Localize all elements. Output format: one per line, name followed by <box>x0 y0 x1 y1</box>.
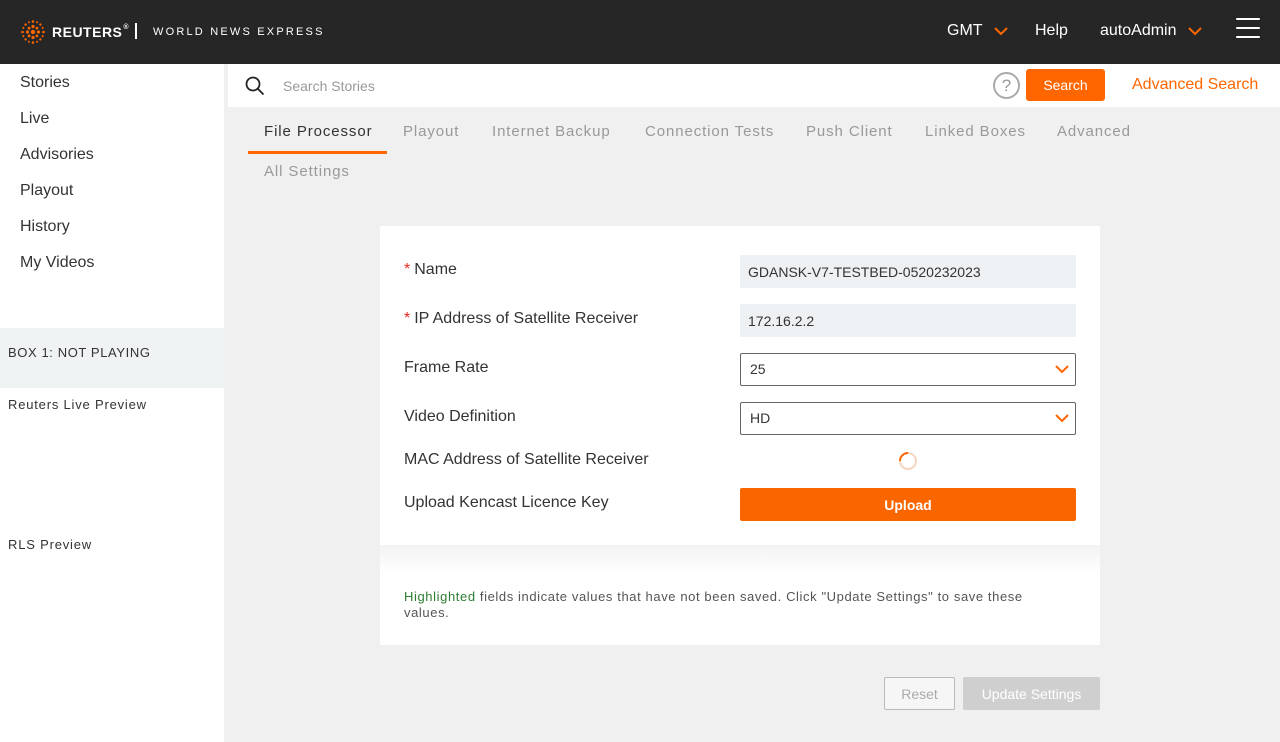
hamburger-menu-icon[interactable] <box>1236 18 1260 42</box>
name-field[interactable] <box>740 255 1076 288</box>
highlighted-word: Highlighted <box>404 589 476 604</box>
kencast-licence-label: Upload Kencast Licence Key <box>404 494 609 511</box>
loading-spinner-icon <box>899 452 917 470</box>
unsaved-note-panel: Highlighted fields indicate values that … <box>380 545 1100 645</box>
ip-address-field[interactable] <box>740 304 1076 337</box>
reuters-logo[interactable]: REUTERS® <box>20 18 129 46</box>
chevron-down-icon <box>993 27 1008 36</box>
sidebar-item-history[interactable]: History <box>20 218 70 236</box>
tab-advanced[interactable]: Advanced <box>1057 123 1131 140</box>
unsaved-note: Highlighted fields indicate values that … <box>404 589 1023 620</box>
tab-linked-boxes[interactable]: Linked Boxes <box>925 123 1026 140</box>
tab-file-processor[interactable]: File Processor <box>264 123 372 140</box>
sidebar-item-live[interactable]: Live <box>20 110 49 128</box>
search-bar: ? Search Advanced Search <box>228 64 1280 107</box>
help-link[interactable]: Help <box>1035 22 1068 40</box>
reuters-logo-icon <box>21 20 45 44</box>
settings-form: *Name *IP Address of Satellite Receiver … <box>380 226 1100 545</box>
search-button[interactable]: Search <box>1026 69 1105 101</box>
chevron-down-icon <box>1187 27 1202 36</box>
app-subtitle: WORLD NEWS EXPRESS <box>153 26 325 38</box>
reset-button[interactable]: Reset <box>884 677 955 710</box>
update-settings-button[interactable]: Update Settings <box>963 677 1100 710</box>
search-input[interactable] <box>283 75 883 97</box>
tab-internet-backup[interactable]: Internet Backup <box>492 123 611 140</box>
user-menu[interactable]: autoAdmin <box>1100 22 1203 40</box>
sidebar-item-advisories[interactable]: Advisories <box>20 146 94 164</box>
name-label: * Name <box>404 261 457 278</box>
sidebar: Stories Live Advisories Playout History … <box>0 64 224 742</box>
ip-address-label: * IP Address of Satellite Receiver <box>404 310 639 327</box>
video-definition-select[interactable]: HD <box>740 402 1076 435</box>
chevron-down-icon <box>1055 414 1069 423</box>
logo-divider <box>135 23 137 39</box>
tab-all-settings[interactable]: All Settings <box>264 163 350 180</box>
required-marker: * <box>404 310 411 327</box>
chevron-down-icon <box>1055 365 1069 374</box>
sidebar-item-playout[interactable]: Playout <box>20 182 73 200</box>
tab-connection-tests[interactable]: Connection Tests <box>645 123 774 140</box>
user-name: autoAdmin <box>1100 22 1177 39</box>
box-status-text: BOX 1: NOT PLAYING <box>8 345 151 360</box>
frame-rate-label: Frame Rate <box>404 359 489 376</box>
active-tab-indicator <box>248 151 387 154</box>
frame-rate-select[interactable]: 25 <box>740 353 1076 386</box>
timezone-label: GMT <box>947 22 983 39</box>
required-marker: * <box>404 261 411 278</box>
reuters-live-preview-label: Reuters Live Preview <box>8 397 147 412</box>
upload-button[interactable]: Upload <box>740 488 1076 521</box>
logo-wordmark: REUTERS® <box>52 24 130 40</box>
rls-preview-label: RLS Preview <box>8 537 92 552</box>
tab-push-client[interactable]: Push Client <box>806 123 893 140</box>
timezone-menu[interactable]: GMT <box>947 22 1009 40</box>
advanced-search-link[interactable]: Advanced Search <box>1132 76 1258 94</box>
box-status-banner: BOX 1: NOT PLAYING <box>0 328 224 388</box>
tab-playout[interactable]: Playout <box>403 123 459 140</box>
video-definition-label: Video Definition <box>404 408 516 425</box>
sidebar-item-stories[interactable]: Stories <box>20 74 70 92</box>
search-icon <box>245 76 265 96</box>
mac-address-label: MAC Address of Satellite Receiver <box>404 451 649 468</box>
frame-rate-value: 25 <box>750 361 766 377</box>
sidebar-item-my-videos[interactable]: My Videos <box>20 254 94 272</box>
top-bar: REUTERS® WORLD NEWS EXPRESS GMT Help aut… <box>0 0 1280 64</box>
video-definition-value: HD <box>750 410 771 426</box>
help-icon[interactable]: ? <box>993 72 1020 99</box>
